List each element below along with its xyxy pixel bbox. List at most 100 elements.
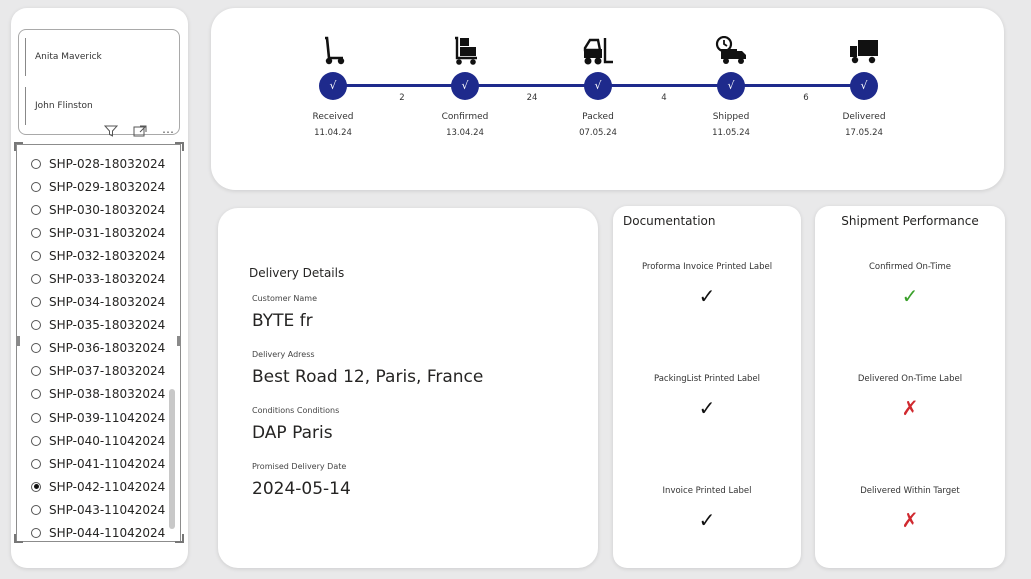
radio-button[interactable]: [31, 227, 41, 238]
shipment-option[interactable]: SHP-031-18032024: [31, 221, 165, 244]
resize-handle[interactable]: [14, 534, 23, 543]
perf-item-label: Confirmed On-Time: [869, 262, 951, 272]
radio-button[interactable]: [31, 181, 41, 192]
radio-button[interactable]: [31, 528, 41, 539]
shipment-label: SHP-029-18032024: [49, 179, 166, 194]
stage-date: 07.05.24: [579, 128, 617, 138]
shipment-label: SHP-034-18032024: [49, 295, 166, 310]
stage-label: Packed: [582, 112, 614, 122]
shipment-option[interactable]: SHP-035-18032024: [31, 314, 165, 337]
resize-handle[interactable]: [175, 534, 184, 543]
days-between-label: 6: [803, 93, 809, 103]
shipment-label: SHP-033-18032024: [49, 272, 166, 287]
radio-button[interactable]: [31, 297, 41, 308]
check-circle-icon: √: [850, 72, 878, 100]
radio-button[interactable]: [31, 158, 41, 169]
delivery-details-title: Delivery Details: [249, 266, 345, 280]
stage-date: 11.05.24: [712, 128, 750, 138]
days-between-label: 24: [526, 93, 538, 103]
radio-button[interactable]: [31, 435, 41, 446]
shipment-option[interactable]: SHP-036-18032024: [31, 337, 165, 360]
shipment-option[interactable]: SHP-032-18032024: [31, 244, 165, 267]
radio-button[interactable]: [31, 366, 41, 377]
visual-header: ⋯: [103, 125, 174, 139]
documentation-title: Documentation: [623, 214, 716, 228]
radio-button[interactable]: [31, 481, 41, 492]
shipment-option[interactable]: SHP-033-18032024: [31, 267, 165, 290]
focus-mode-icon[interactable]: [133, 125, 147, 139]
person-option[interactable]: Anita Maverick: [25, 38, 102, 76]
stage-date: 13.04.24: [446, 128, 484, 138]
documentation-card: Documentation Proforma Invoice Printed L…: [613, 206, 801, 568]
days-between-label: 4: [661, 93, 667, 103]
stage-label: Delivered: [842, 112, 886, 122]
shipment-label: SHP-032-18032024: [49, 248, 166, 263]
doc-item-label: PackingList Printed Label: [653, 374, 761, 384]
radio-button[interactable]: [31, 504, 41, 515]
delivery-address-value: Best Road 12, Paris, France: [252, 367, 484, 387]
promised-date-label: Promised Delivery Date: [252, 462, 347, 471]
shipment-label: SHP-031-18032024: [49, 225, 166, 240]
delivery-truck-clock-icon: [715, 35, 747, 66]
forklift-icon: [582, 36, 614, 66]
radio-button[interactable]: [31, 458, 41, 469]
stage-date: 17.05.24: [845, 128, 883, 138]
shipment-performance-card: Shipment Performance Confirmed On-Time ✓…: [815, 206, 1005, 568]
person-option[interactable]: John Flinston: [25, 87, 93, 125]
shipment-label: SHP-043-11042024: [49, 502, 166, 517]
filter-icon[interactable]: [103, 125, 119, 139]
check-circle-icon: √: [451, 72, 479, 100]
check-mark-icon: ✓: [698, 396, 716, 420]
performance-title: Shipment Performance: [841, 214, 979, 228]
shipment-option[interactable]: SHP-028-18032024: [31, 152, 165, 175]
shipment-label: SHP-036-18032024: [49, 341, 166, 356]
more-options-icon[interactable]: ⋯: [162, 126, 174, 138]
shipment-option[interactable]: SHP-038-18032024: [31, 383, 165, 406]
shipment-list: SHP-028-18032024 SHP-029-18032024 SHP-030-…: [16, 144, 181, 542]
customer-name-label: Customer Name: [252, 294, 318, 303]
shipment-label: SHP-035-18032024: [49, 318, 166, 333]
resize-handle[interactable]: [14, 142, 23, 151]
shipment-timeline: √ Received 11.04.24 √ Confirmed 13.04.24 √ Pack…: [211, 8, 1004, 190]
radio-button[interactable]: [31, 389, 41, 400]
check-circle-icon: √: [717, 72, 745, 100]
shipment-option[interactable]: SHP-043-11042024: [31, 498, 165, 521]
shipment-option[interactable]: SHP-030-18032024: [31, 198, 165, 221]
radio-button[interactable]: [31, 320, 41, 331]
radio-button[interactable]: [31, 274, 41, 285]
delivery-details-card: Delivery Details Customer Name BYTE fr D…: [218, 208, 598, 568]
truck-icon: [848, 36, 880, 66]
shipment-option[interactable]: SHP-040-11042024: [31, 429, 165, 452]
radio-button[interactable]: [31, 343, 41, 354]
radio-button[interactable]: [31, 412, 41, 423]
resize-handle[interactable]: [175, 142, 184, 151]
check-circle-icon: √: [319, 72, 347, 100]
person-slicer: Anita Maverick John Flinston: [18, 29, 180, 135]
perf-item-label: Delivered On-Time Label: [857, 374, 963, 384]
cross-mark-icon: ✗: [901, 508, 919, 532]
shipment-slicer-panel: Anita Maverick John Flinston ⋯ SHP-028-1…: [11, 8, 188, 568]
resize-handle[interactable]: [177, 336, 180, 346]
delivery-address-label: Delivery Adress: [252, 350, 315, 359]
shipment-label: SHP-038-18032024: [49, 387, 166, 402]
shipment-option[interactable]: SHP-042-11042024: [31, 475, 165, 498]
resize-handle[interactable]: [17, 336, 20, 346]
perf-item-label: Delivered Within Target: [860, 486, 960, 496]
shipment-option[interactable]: SHP-039-11042024: [31, 406, 165, 429]
shipment-label: SHP-042-11042024: [49, 479, 166, 494]
shipment-option[interactable]: SHP-037-18032024: [31, 360, 165, 383]
shipment-option[interactable]: SHP-034-18032024: [31, 291, 165, 314]
conditions-label: Conditions Conditions: [252, 406, 340, 415]
hand-truck-icon: [317, 36, 349, 66]
scrollbar[interactable]: [169, 389, 175, 529]
shipment-option[interactable]: SHP-041-11042024: [31, 452, 165, 475]
shipment-option[interactable]: SHP-044-11042024: [31, 522, 165, 542]
shipment-option[interactable]: SHP-029-18032024: [31, 175, 165, 198]
conditions-value: DAP Paris: [252, 423, 333, 443]
radio-button[interactable]: [31, 250, 41, 261]
check-circle-icon: √: [584, 72, 612, 100]
boxes-dolly-icon: [449, 36, 481, 66]
stage-label: Received: [312, 112, 354, 122]
cross-mark-icon: ✗: [901, 396, 919, 420]
radio-button[interactable]: [31, 204, 41, 215]
